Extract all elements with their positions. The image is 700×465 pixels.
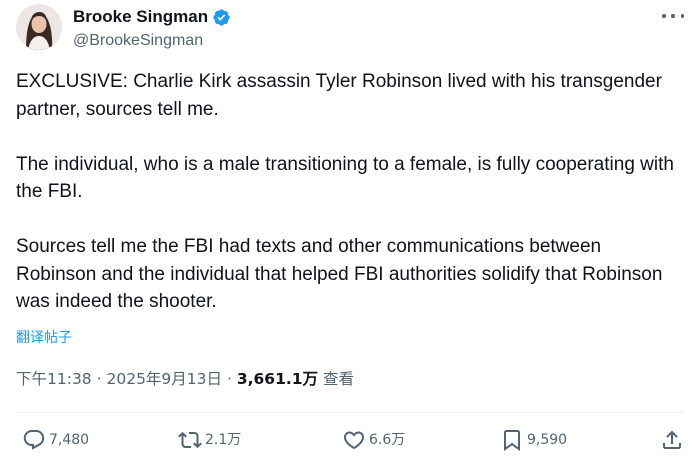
retweet-count: 2.1万 (205, 432, 242, 448)
views-count: 3,661.1万 (236, 370, 319, 388)
action-bar: 7,480 2.1万 6.6万 9,590 (16, 424, 684, 456)
more-icon[interactable] (662, 8, 684, 24)
retweet-button[interactable]: 2.1万 (178, 424, 241, 456)
avatar[interactable] (16, 4, 62, 50)
meta-separator: · (226, 370, 232, 388)
meta-separator: · (96, 370, 102, 388)
retweet-icon (178, 428, 202, 452)
bookmark-count: 9,590 (527, 432, 568, 448)
like-button[interactable]: 6.6万 (342, 424, 405, 456)
like-count: 6.6万 (369, 432, 406, 448)
tweet-date[interactable]: 2025年9月13日 (106, 370, 222, 388)
reply-button[interactable]: 7,480 (22, 424, 89, 456)
tweet-meta: 下午11:38 · 2025年9月13日 · 3,661.1万 查看 (16, 368, 354, 390)
heart-icon (342, 428, 366, 452)
views-label: 查看 (322, 370, 354, 388)
avatar-image (16, 4, 62, 50)
share-button[interactable] (660, 424, 684, 456)
divider (16, 412, 684, 413)
tweet: Brooke Singman @BrookeSingman EXCLUSIVE:… (0, 0, 700, 465)
bookmark-icon (500, 428, 524, 452)
verified-badge-icon (212, 8, 231, 27)
tweet-time[interactable]: 下午11:38 (16, 370, 92, 388)
reply-icon (22, 428, 46, 452)
name-row: Brooke Singman (73, 6, 231, 28)
user-handle[interactable]: @BrookeSingman (73, 31, 203, 51)
display-name[interactable]: Brooke Singman (73, 6, 208, 28)
tweet-paragraph-3: Sources tell me the FBI had texts and ot… (16, 236, 663, 312)
tweet-header: Brooke Singman @BrookeSingman (16, 4, 684, 52)
tweet-text: EXCLUSIVE: Charlie Kirk assassin Tyler R… (16, 68, 686, 316)
share-icon (660, 428, 684, 452)
translate-post-link[interactable]: 翻译帖子 (16, 328, 72, 348)
tweet-paragraph-1: EXCLUSIVE: Charlie Kirk assassin Tyler R… (16, 71, 662, 120)
bookmark-button[interactable]: 9,590 (500, 424, 567, 456)
tweet-paragraph-2: The individual, who is a male transition… (16, 153, 674, 203)
reply-count: 7,480 (49, 432, 90, 448)
